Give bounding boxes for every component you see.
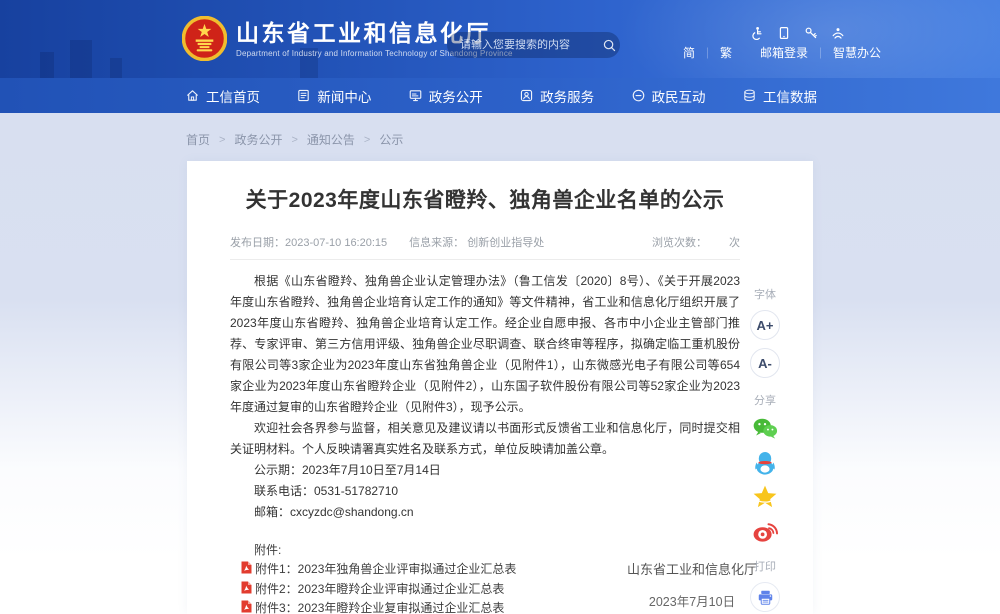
home-icon <box>185 88 200 103</box>
side-toolbar: 字体 A+ A- 分享 <box>741 288 789 612</box>
news-icon <box>296 88 311 103</box>
publish-date: 发布日期：2023-07-10 16:20:15 <box>230 234 387 250</box>
attachment-label: 附件1：2023年独角兽企业评审拟通过企业汇总表 <box>255 560 516 580</box>
font-increase-button[interactable]: A+ <box>750 310 780 340</box>
nav-item-data[interactable]: 工信数据 <box>742 86 817 106</box>
paragraph: 欢迎社会各界参与监督，相关意见及建议请以书面形式反馈省工业和信息化厅，同时提交相… <box>230 418 740 460</box>
contact-phone: 联系电话：0531-51782710 <box>230 481 740 502</box>
pdf-icon <box>241 600 252 613</box>
signature-block: 山东省工业和信息化厅 2023年7月10日 <box>627 559 757 610</box>
divider: ｜ <box>702 45 713 61</box>
device-icon[interactable] <box>777 26 791 40</box>
share-weibo-button[interactable] <box>752 517 779 544</box>
share-qq-button[interactable] <box>752 449 779 476</box>
views-suffix: 次 <box>729 234 740 250</box>
accessibility-icon[interactable] <box>750 26 764 40</box>
cityscape-decor <box>70 40 92 78</box>
wechat-icon <box>752 416 778 442</box>
nav-item-news[interactable]: 新闻中心 <box>296 86 371 106</box>
service-icon <box>519 88 534 103</box>
pdf-icon <box>241 561 252 574</box>
main-nav: 工信首页 新闻中心 政务公开 <box>0 78 1000 113</box>
pdf-icon <box>241 581 252 594</box>
mail-login-link[interactable]: 邮箱登录 <box>760 44 808 61</box>
nav-label: 工信首页 <box>206 86 260 106</box>
page: 山东省工业和信息化厅 Department of Industry and In… <box>0 0 1000 614</box>
print-label: 打印 <box>754 560 776 574</box>
cityscape-decor <box>110 58 122 78</box>
public-notice-period: 公示期：2023年7月10日至7月14日 <box>230 460 740 481</box>
breadcrumb: 首页 > 政务公开 > 通知公告 > 公示 <box>186 131 403 148</box>
share-wechat-button[interactable] <box>752 415 779 442</box>
national-emblem-icon <box>182 16 227 61</box>
smart-office-icon[interactable] <box>831 26 845 40</box>
breadcrumb-gov-open[interactable]: 政务公开 <box>234 131 282 148</box>
search-input[interactable] <box>460 39 602 51</box>
page-title: 关于2023年度山东省瞪羚、独角兽企业名单的公示 <box>230 187 740 215</box>
site-header: 山东省工业和信息化厅 Department of Industry and In… <box>0 0 1000 78</box>
nav-label: 工信数据 <box>763 86 817 106</box>
breadcrumb-home[interactable]: 首页 <box>186 131 210 148</box>
breadcrumb-notices[interactable]: 通知公告 <box>307 131 355 148</box>
article-card: 关于2023年度山东省瞪羚、独角兽企业名单的公示 发布日期：2023-07-10… <box>187 161 813 614</box>
font-decrease-button[interactable]: A- <box>750 348 780 378</box>
divider: ｜ <box>815 45 826 61</box>
nav-item-interaction[interactable]: 政民互动 <box>631 86 706 106</box>
nav-item-gov-open[interactable]: 政务公开 <box>408 86 483 106</box>
signature-org: 山东省工业和信息化厅 <box>627 559 757 578</box>
lang-simplified[interactable]: 简 <box>683 44 695 61</box>
qq-icon <box>752 450 778 476</box>
weibo-icon <box>752 518 778 544</box>
nav-label: 政务服务 <box>540 86 594 106</box>
smart-office-link[interactable]: 智慧办公 <box>833 44 881 61</box>
breadcrumb-separator: > <box>219 134 225 146</box>
meta-divider <box>230 259 740 260</box>
views-label: 浏览次数： <box>652 234 707 250</box>
article-meta: 发布日期：2023-07-10 16:20:15 信息来源： 创新创业指导处 浏… <box>230 234 740 250</box>
interact-icon <box>631 88 646 103</box>
cityscape-decor <box>40 52 54 78</box>
share-label: 分享 <box>754 394 776 408</box>
lang-traditional[interactable]: 繁 <box>720 44 732 61</box>
search-bar[interactable] <box>447 32 620 58</box>
search-icon[interactable] <box>602 38 617 53</box>
signature-date: 2023年7月10日 <box>627 591 757 610</box>
breadcrumb-separator: > <box>364 134 370 146</box>
nav-item-gov-service[interactable]: 政务服务 <box>519 86 594 106</box>
nav-label: 新闻中心 <box>317 86 371 106</box>
breadcrumb-separator: > <box>291 134 297 146</box>
database-icon <box>742 88 757 103</box>
keys-icon[interactable] <box>804 26 818 40</box>
attachments-label: 附件: <box>230 540 740 560</box>
header-utility-icons <box>750 26 845 40</box>
breadcrumb-current: 公示 <box>379 131 403 148</box>
font-label: 字体 <box>754 288 776 302</box>
nav-label: 政务公开 <box>429 86 483 106</box>
contact-email: 邮箱：cxcyzdc@shandong.cn <box>230 502 740 523</box>
nav-label: 政民互动 <box>652 86 706 106</box>
attachment-label: 附件3：2023年瞪羚企业复审拟通过企业汇总表 <box>255 599 504 614</box>
qzone-icon <box>752 484 778 510</box>
printer-icon <box>757 589 774 606</box>
paragraph: 根据《山东省瞪羚、独角兽企业认定管理办法》（鲁工信发〔2020〕8号）、《关于开… <box>230 271 740 418</box>
info-source: 信息来源： 创新创业指导处 <box>409 234 544 250</box>
article-body: 根据《山东省瞪羚、独角兽企业认定管理办法》（鲁工信发〔2020〕8号）、《关于开… <box>230 271 740 523</box>
header-quick-links: 简 ｜ 繁 邮箱登录 ｜ 智慧办公 <box>683 44 881 61</box>
attachment-label: 附件2：2023年瞪羚企业评审拟通过企业汇总表 <box>255 580 504 600</box>
print-button[interactable] <box>750 582 780 612</box>
monitor-icon <box>408 88 423 103</box>
share-qzone-button[interactable] <box>752 483 779 510</box>
nav-item-home[interactable]: 工信首页 <box>185 86 260 106</box>
